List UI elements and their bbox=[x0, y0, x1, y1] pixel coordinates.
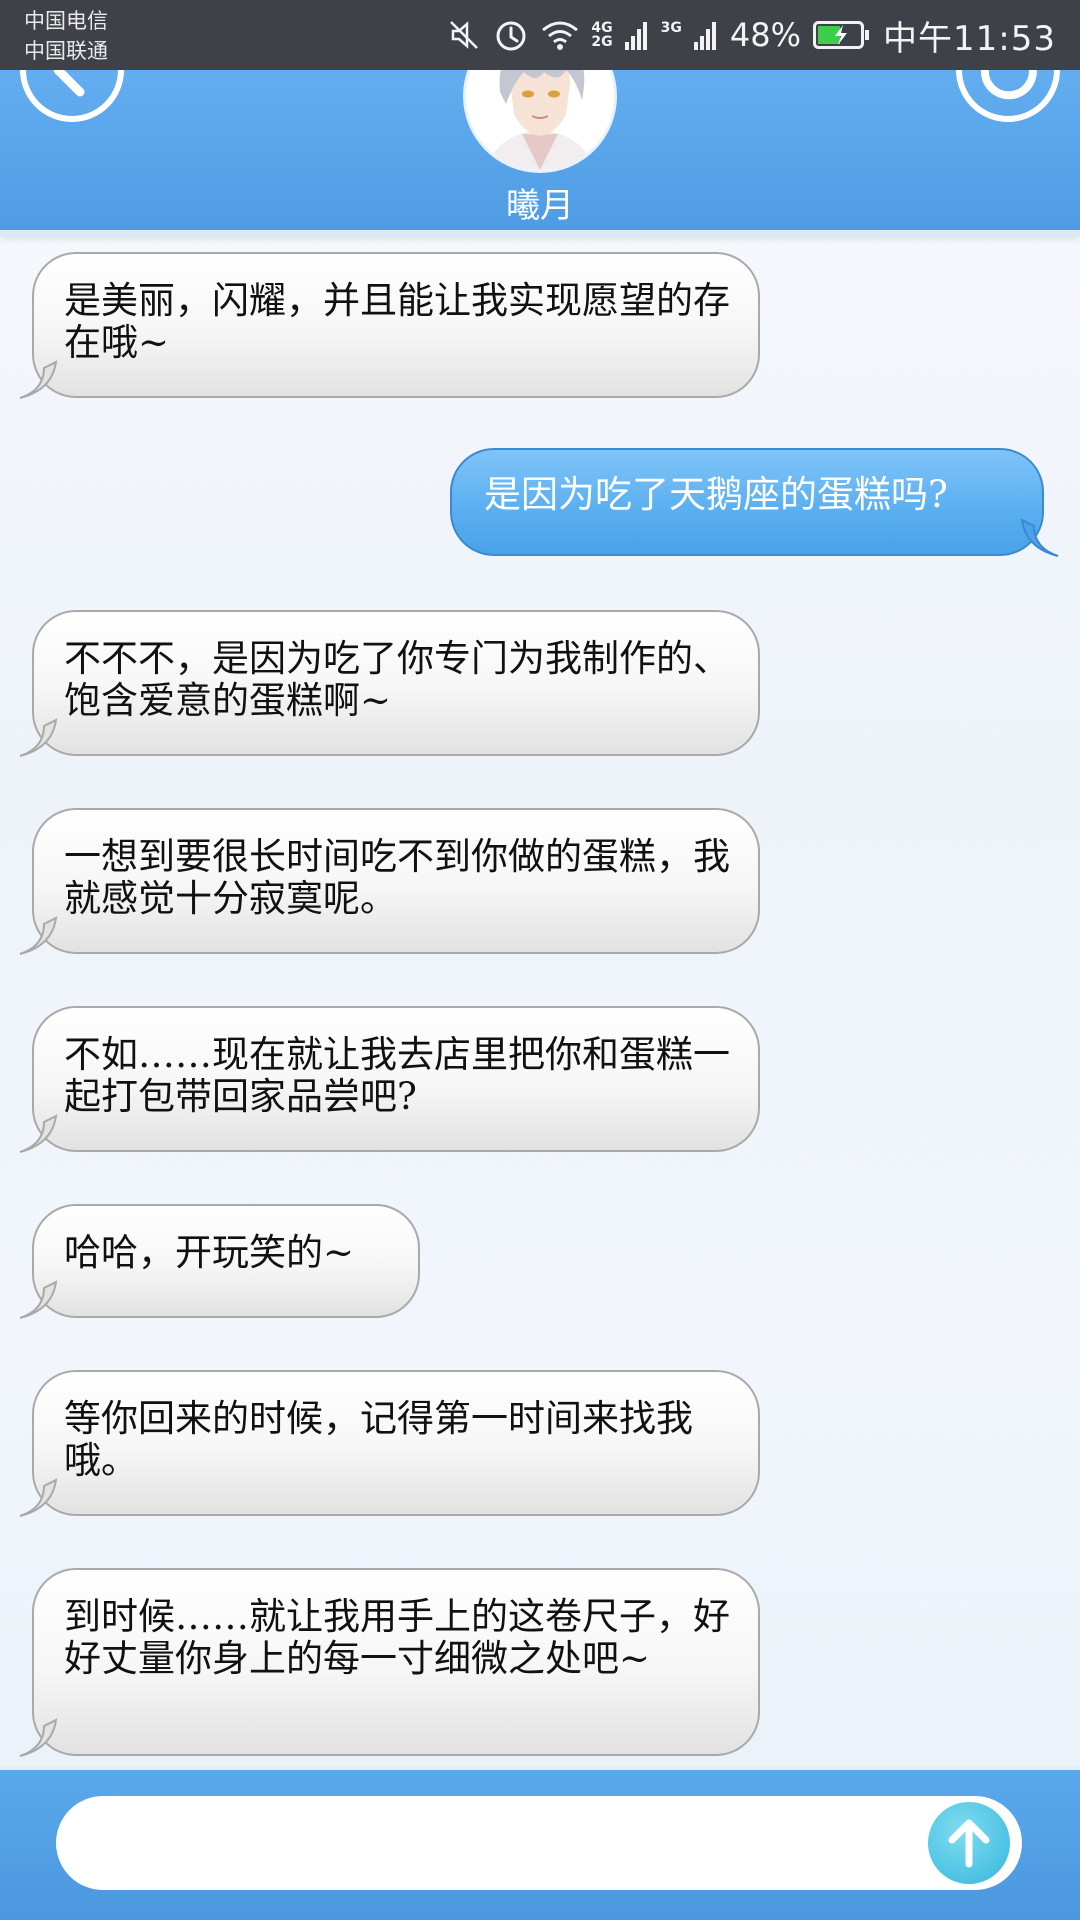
carrier-label-2: 中国联通 bbox=[24, 39, 108, 63]
message-input[interactable] bbox=[56, 1796, 1022, 1890]
status-bar: 中国电信 中国联通 4G 2G 3G 48% 中午11:53 bbox=[0, 0, 1080, 70]
message-bubble-received: 哈哈，开玩笑的~ bbox=[19, 1204, 420, 1319]
network-type-1: 4G 2G bbox=[591, 21, 612, 49]
send-button[interactable] bbox=[928, 1802, 1010, 1884]
bubble-tail bbox=[19, 360, 58, 399]
message-text: 不如……现在就让我去店里把你和蛋糕一起打包带回家品尝吧? bbox=[64, 1033, 730, 1118]
contact-name: 曦月 bbox=[506, 186, 574, 226]
carrier-label-1: 中国电信 bbox=[24, 9, 108, 33]
message-text: 到时候……就让我用手上的这卷尺子，好好丈量你身上的每一寸细微之处吧~ bbox=[64, 1595, 730, 1680]
message-bubble-received: 等你回来的时候，记得第一时间来找我哦。 bbox=[19, 1370, 760, 1517]
clock: 中午11:53 bbox=[883, 18, 1056, 59]
message-text: 是美丽，闪耀，并且能让我实现愿望的存在哦~ bbox=[64, 279, 730, 364]
status-icons: 4G 2G 3G 48% 中午11:53 bbox=[447, 12, 1056, 59]
signal-icon-2 bbox=[693, 20, 718, 50]
network-type-4g: 4G bbox=[591, 20, 613, 36]
network-type-3g: 3G bbox=[660, 20, 682, 36]
message-bubble-received: 是美丽，闪耀，并且能让我实现愿望的存在哦~ bbox=[19, 252, 760, 399]
bubble-tail bbox=[19, 1478, 58, 1517]
message-bubble-received: 一想到要很长时间吃不到你做的蛋糕，我就感觉十分寂寞呢。 bbox=[19, 808, 760, 955]
alarm-icon bbox=[493, 17, 529, 53]
arrow-up-icon bbox=[948, 1819, 990, 1868]
message-bubble-received: 不不不，是因为吃了你专门为我制作的、饱含爱意的蛋糕啊~ bbox=[19, 610, 760, 757]
battery-charging-icon bbox=[813, 20, 871, 50]
chat-message-list[interactable]: 是美丽，闪耀，并且能让我实现愿望的存在哦~ 是因为吃了天鹅座的蛋糕吗? 不不不，… bbox=[0, 236, 1080, 1766]
message-bubble-sent: 是因为吃了天鹅座的蛋糕吗? bbox=[450, 448, 1059, 557]
chat-header: 曦月 bbox=[0, 18, 1080, 236]
message-text: 不不不，是因为吃了你专门为我制作的、饱含爱意的蛋糕啊~ bbox=[64, 637, 730, 722]
message-text: 一想到要很长时间吃不到你做的蛋糕，我就感觉十分寂寞呢。 bbox=[64, 835, 730, 920]
bubble-tail bbox=[19, 718, 58, 757]
network-type-2: 3G bbox=[661, 21, 682, 49]
bubble-tail bbox=[19, 1718, 58, 1757]
battery-percentage: 48% bbox=[729, 16, 802, 54]
bubble-tail bbox=[1020, 518, 1059, 557]
message-text: 哈哈，开玩笑的~ bbox=[64, 1231, 355, 1274]
mute-icon bbox=[447, 18, 481, 52]
network-type-2g: 2G bbox=[591, 34, 613, 50]
bubble-tail bbox=[19, 1114, 58, 1153]
message-text: 等你回来的时候，记得第一时间来找我哦。 bbox=[64, 1397, 693, 1482]
signal-icon bbox=[624, 20, 649, 50]
message-bubble-received: 到时候……就让我用手上的这卷尺子，好好丈量你身上的每一寸细微之处吧~ bbox=[19, 1568, 760, 1757]
bubble-tail bbox=[19, 1280, 58, 1319]
bubble-tail bbox=[19, 916, 58, 955]
message-input-bar bbox=[0, 1766, 1080, 1920]
message-bubble-received: 不如……现在就让我去店里把你和蛋糕一起打包带回家品尝吧? bbox=[19, 1006, 760, 1153]
wifi-icon bbox=[541, 19, 579, 51]
message-text: 是因为吃了天鹅座的蛋糕吗? bbox=[484, 473, 948, 516]
